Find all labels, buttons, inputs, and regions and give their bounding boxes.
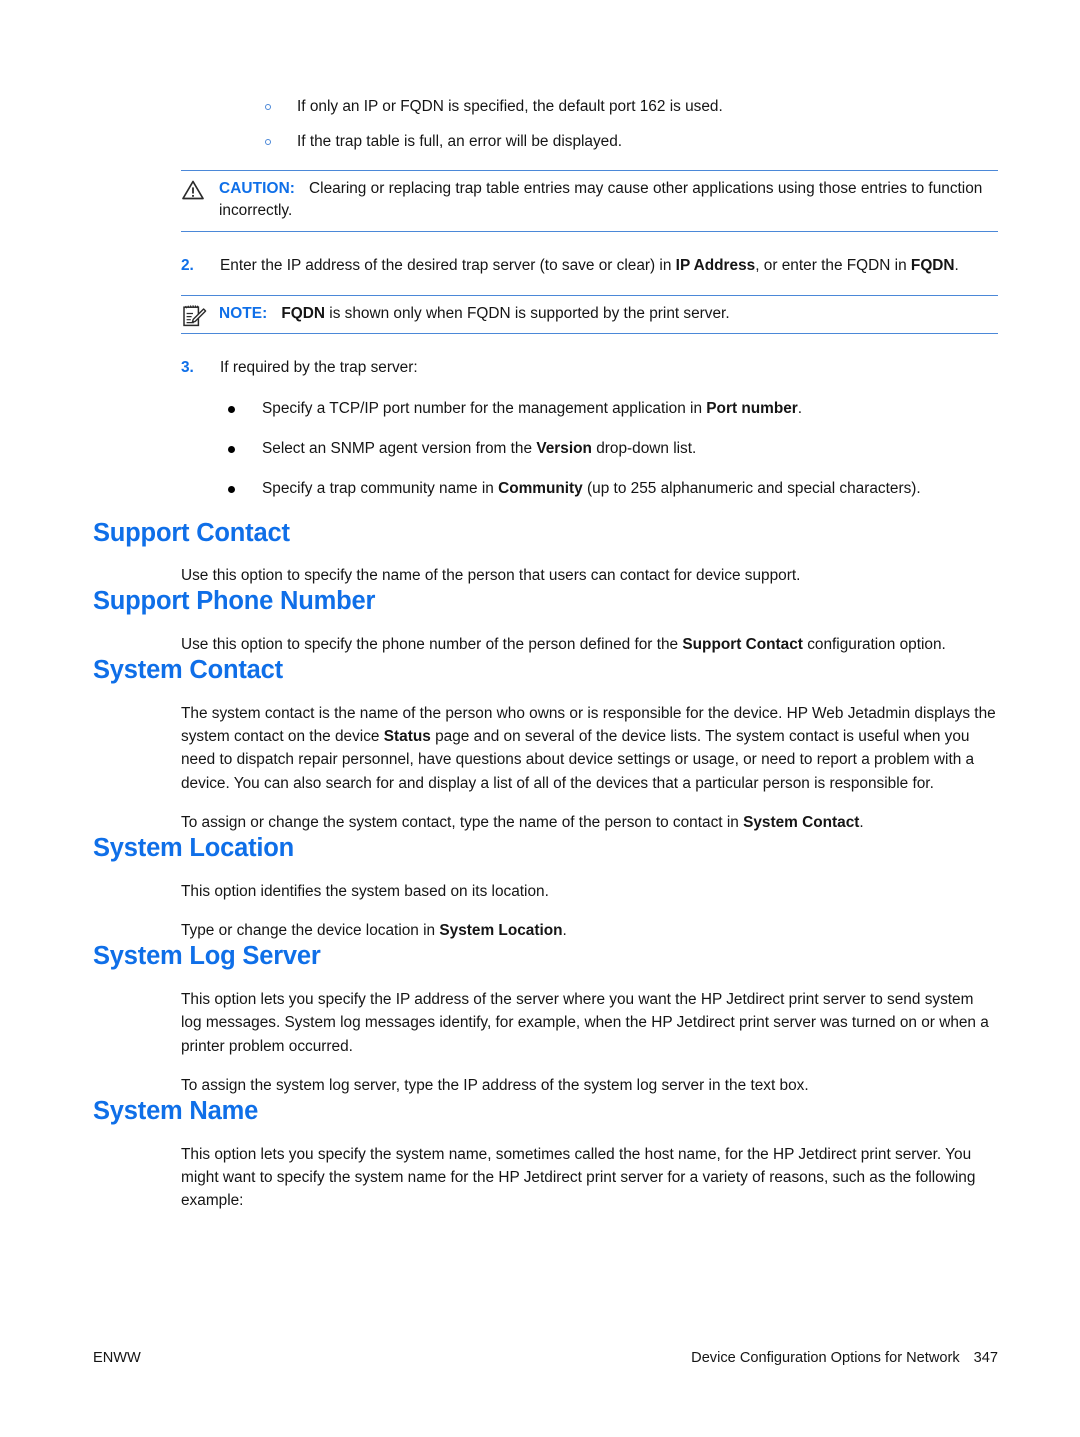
heading-system-name: System Name — [93, 1097, 259, 1126]
sub-bullet-item: If only an IP or FQDN is specified, the … — [265, 95, 998, 118]
paragraph-pre: This option identifies the system based … — [181, 882, 549, 900]
sub-bullet-text: If the trap table is full, an error will… — [297, 133, 623, 151]
footer-locale-label: ENWW — [93, 1350, 141, 1366]
paragraph-system-log-server-2: To assign the system log server, type th… — [181, 1074, 998, 1097]
paragraph-support-phone-1: Use this option to specify the phone num… — [181, 633, 998, 656]
paragraph-pre: Use this option to specify the name of t… — [181, 567, 801, 585]
note-row: NOTE: FQDN is shown only when FQDN is sup… — [181, 303, 998, 328]
bullet-text: Specify a trap community name in Communi… — [262, 477, 998, 500]
paragraph-pre: Use this option to specify the phone num… — [181, 635, 683, 653]
filled-circle-bullet-icon — [228, 486, 235, 494]
step-text-part1: Enter the IP address of the desired trap… — [220, 256, 676, 274]
paragraph-system-contact-2: To assign or change the system contact, … — [181, 811, 998, 834]
step-marker: 3. — [181, 359, 194, 377]
page-footer: ENWW Device Configuration Options for Ne… — [93, 1350, 998, 1372]
bullet-bold-version: Version — [536, 439, 592, 457]
paragraph-post: configuration option. — [802, 635, 946, 653]
filled-circle-bullet-icon — [228, 445, 235, 453]
heading-system-location: System Location — [93, 834, 295, 863]
bullet-text: Specify a TCP/IP port number for the man… — [262, 397, 998, 420]
note-bold-fqdn: FQDN — [281, 304, 325, 322]
note-label: NOTE: — [219, 304, 268, 322]
numbered-step: 2. Enter the IP address of the desired t… — [181, 254, 998, 277]
paragraph-system-location-1: This option identifies the system based … — [181, 880, 998, 903]
sub-bullet-item: If the trap table is full, an error will… — [265, 130, 998, 153]
footer-page-number: 347 — [973, 1350, 998, 1366]
document-page: If only an IP or FQDN is specified, the … — [0, 0, 1080, 1437]
bullet-text-post: drop-down list. — [591, 439, 697, 457]
caution-text: Clearing or replacing trap table entries… — [219, 179, 983, 220]
paragraph-pre: Type or change the device location in — [181, 922, 440, 940]
bullet-text-pre: Specify a trap community name in — [262, 480, 499, 498]
heading-system-log-server: System Log Server — [93, 942, 321, 971]
heading-support-phone-number: Support Phone Number — [93, 587, 376, 616]
step-marker: 2. — [181, 256, 194, 274]
bullet-text-post: . — [797, 399, 803, 417]
paragraph-bold-system-contact: System Contact — [743, 814, 860, 831]
bullet-bold-port-number: Port number — [706, 399, 798, 417]
caution-label: CAUTION: — [219, 179, 296, 197]
paragraph-support-contact-1: Use this option to specify the name of t… — [181, 564, 998, 587]
paragraph-pre: This option lets you specify the IP addr… — [181, 990, 989, 1055]
paragraph-bold-status: Status — [383, 728, 431, 746]
heading-support-contact: Support Contact — [93, 518, 290, 547]
caution-admonition: CAUTION: Clearing or replacing trap table… — [181, 169, 998, 232]
hollow-circle-bullet-icon — [265, 104, 271, 110]
bullet-text: Select an SNMP agent version from the Ve… — [262, 437, 998, 460]
heading-system-contact: System Contact — [93, 656, 283, 685]
caution-row: CAUTION: Clearing or replacing trap table… — [181, 178, 998, 223]
step-bold-ip-address: IP Address — [675, 256, 756, 274]
bullet-item: Select an SNMP agent version from the Ve… — [228, 437, 998, 460]
filled-circle-bullet-icon — [228, 405, 235, 413]
paragraph-post: . — [562, 922, 567, 940]
paragraph-pre: This option lets you specify the system … — [181, 1145, 976, 1210]
sub-bullet-text: If only an IP or FQDN is specified, the … — [297, 98, 723, 115]
step-text-part2: , or enter the FQDN in — [755, 256, 911, 274]
bullet-item: Specify a TCP/IP port number for the man… — [228, 397, 998, 420]
footer-chapter-label: Device Configuration Options for Network… — [691, 1350, 998, 1366]
paragraph-bold-support-contact: Support Contact — [682, 635, 803, 653]
bullet-text-pre: Select an SNMP agent version from the — [262, 439, 537, 457]
paragraph-bold-system-location: System Location — [439, 922, 563, 940]
paragraph-pre: To assign or change the system contact, … — [181, 814, 744, 831]
note-admonition: NOTE: FQDN is shown only when FQDN is sup… — [181, 294, 998, 335]
paragraph-system-contact-1: The system contact is the name of the pe… — [181, 702, 998, 795]
step-text: Enter the IP address of the desired trap… — [220, 254, 998, 277]
bullet-item: Specify a trap community name in Communi… — [228, 477, 998, 500]
numbered-step: 3. If required by the trap server: — [181, 356, 998, 379]
step-bold-fqdn: FQDN — [910, 256, 955, 274]
bullet-text-pre: Specify a TCP/IP port number for the man… — [262, 399, 707, 417]
paragraph-system-location-2: Type or change the device location in Sy… — [181, 919, 998, 942]
hollow-circle-bullet-icon — [265, 139, 271, 146]
page-content: If only an IP or FQDN is specified, the … — [93, 95, 998, 1213]
note-text: is shown only when FQDN is supported by … — [325, 304, 730, 322]
paragraph-post: . — [859, 814, 864, 831]
bullet-text-post: (up to 255 alphanumeric and special char… — [582, 480, 921, 498]
paragraph-system-name-1: This option lets you specify the system … — [181, 1143, 998, 1213]
step-text: If required by the trap server: — [220, 359, 418, 377]
warning-triangle-icon — [181, 179, 209, 203]
step-text-part3: . — [954, 256, 959, 274]
paragraph-system-log-server-1: This option lets you specify the IP addr… — [181, 988, 998, 1058]
footer-chapter-title: Device Configuration Options for Network — [691, 1350, 960, 1366]
paragraph-pre: To assign the system log server, type th… — [181, 1076, 809, 1094]
notepad-pencil-icon — [181, 304, 209, 328]
bullet-bold-community: Community — [498, 480, 583, 498]
